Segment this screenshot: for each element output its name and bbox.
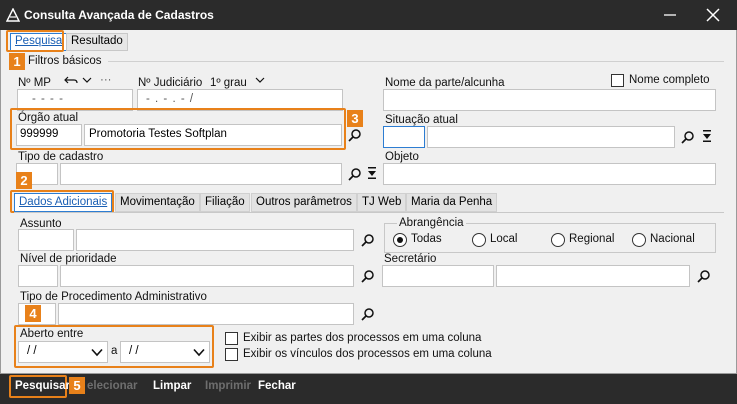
tab-outros-parametros[interactable]: Outros parâmetros [251,193,357,212]
abrangencia-label: Abrangência [397,217,466,229]
date-to-chevron-icon[interactable] [193,348,205,357]
nome-completo-checkbox[interactable] [611,74,624,87]
situacao-label: Situação atual [385,114,458,126]
step-badge-2: 2 [16,172,32,189]
a-label: a [111,345,118,357]
situacao-code-input[interactable] [383,126,425,148]
clear-situacao-icon[interactable] [701,128,713,144]
tab-tj-web[interactable]: TJ Web [357,193,407,212]
divider [108,61,724,62]
subtab-divider [14,212,724,213]
radio-todas[interactable] [393,233,407,247]
date-from-combo[interactable]: / / [18,341,108,363]
tab-movimentacao[interactable]: Movimentação [115,193,200,212]
search-tipo-cadastro-icon[interactable] [348,167,362,181]
grau-label: 1º grau [210,77,247,89]
exibir-partes-checkbox[interactable] [225,332,238,345]
clear-tipo-cadastro-icon[interactable] [366,165,378,181]
exibir-partes-label: Exibir as partes dos processos em uma co… [243,332,482,344]
nmp-mask: - - - - [32,93,64,105]
close-icon[interactable] [702,5,724,25]
search-nivel-icon[interactable] [361,269,375,283]
radio-local[interactable] [472,233,486,247]
nmp-label: Nº MP [18,77,51,89]
date-to-combo[interactable]: / / [120,341,210,363]
aberto-label: Aberto entre [20,328,84,340]
nome-parte-input[interactable] [383,89,716,111]
exibir-vinculos-label: Exibir os vínculos dos processos em uma … [243,348,492,360]
grau-chevron-down-icon[interactable] [255,76,265,84]
fechar-button[interactable]: Fechar [258,380,296,392]
radio-regional[interactable] [551,233,565,247]
search-situacao-icon[interactable] [681,130,695,144]
limpar-button[interactable]: Limpar [153,380,191,392]
minimize-icon[interactable] [660,7,680,23]
search-tipo-proc-icon[interactable] [361,307,375,321]
tipo-cadastro-label: Tipo de cadastro [18,151,104,163]
nivel-code-input[interactable] [18,265,58,287]
date-from-chevron-icon[interactable] [91,348,103,357]
orgao-name-value: Promotoria Testes Softplan [89,128,227,140]
search-orgao-icon[interactable] [348,128,362,142]
orgao-name-input[interactable]: Promotoria Testes Softplan [84,124,342,146]
radio-todas-label: Todas [411,233,442,245]
date-to-value: / / [129,345,139,357]
nivel-label: Nível de prioridade [20,253,117,265]
njud-mask: - . - . - / [146,93,195,105]
njud-label: Nº Judiciário [138,77,203,89]
secretario-code-input[interactable] [382,265,494,287]
situacao-name-input[interactable] [427,126,675,148]
pesquisar-button[interactable]: Pesquisar [15,380,70,392]
assunto-name-input[interactable] [76,229,354,251]
tab-maria-da-penha[interactable]: Maria da Penha [406,193,498,212]
tipo-proc-label: Tipo de Procedimento Administrativo [20,291,207,303]
chevron-down-icon[interactable] [82,76,92,84]
date-from-value: / / [27,345,37,357]
radio-nacional[interactable] [632,233,646,247]
filtros-basicos-title: Filtros básicos [28,55,102,67]
app-icon [6,8,20,22]
window-title: Consulta Avançada de Cadastros [24,8,214,22]
search-secretario-icon[interactable] [697,269,711,283]
nivel-name-input[interactable] [60,265,354,287]
step-badge-4: 4 [25,305,41,322]
tipo-cadastro-name-input[interactable] [60,163,342,185]
step-badge-5: 5 [69,377,85,394]
step-badge-3: 3 [347,110,363,127]
secretario-name-input[interactable] [496,265,690,287]
secretario-label: Secretário [384,253,437,265]
objeto-input[interactable] [383,163,716,185]
orgao-label: Órgão atual [18,112,79,124]
radio-local-label: Local [490,233,518,245]
radio-nacional-label: Nacional [650,233,695,245]
exibir-vinculos-checkbox[interactable] [225,348,238,361]
radio-regional-label: Regional [569,233,615,245]
search-assunto-icon[interactable] [361,233,375,247]
assunto-code-input[interactable] [18,229,74,251]
nome-completo-label: Nome completo [629,74,710,86]
orgao-code-input[interactable]: 999999 [16,124,82,146]
nome-parte-label: Nome da parte/alcunha [385,77,505,89]
highlight-pesquisa-tab [6,30,64,52]
objeto-label: Objeto [385,151,419,163]
step-badge-1: 1 [9,53,25,70]
imprimir-button[interactable]: Imprimir [205,380,251,392]
title-bar: Consulta Avançada de Cadastros [0,0,737,30]
more-icon[interactable]: ··· [100,74,112,86]
tab-dados-adicionais[interactable]: Dados Adicionais [14,193,113,212]
tab-resultado[interactable]: Resultado [66,33,128,51]
tipo-proc-name-input[interactable] [58,303,354,325]
orgao-code-value: 999999 [20,128,59,140]
tab-filiacao[interactable]: Filiação [200,193,250,212]
undo-icon[interactable] [64,74,78,86]
selecionar-button[interactable]: elecionar [87,380,138,392]
